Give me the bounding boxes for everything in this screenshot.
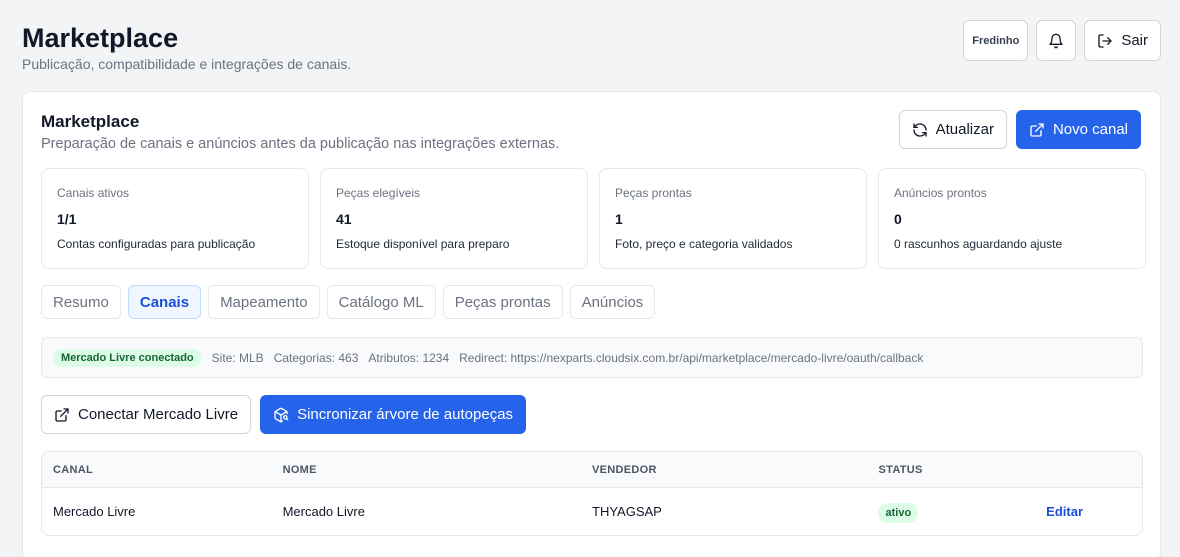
column-header-status: STATUS [878,463,923,476]
connection-info-bar: Mercado Livre conectado Site: MLB Catego… [41,337,1143,378]
cell-actions: Editar [1046,504,1142,519]
sync-tree-button[interactable]: Sincronizar árvore de autopeças [260,395,527,434]
package-search-icon [274,407,289,422]
stat-card-ready-parts: Peças prontas 1 Foto, preço e categoria … [599,168,867,269]
categories-info: Categorias: 463 [273,350,359,365]
refresh-label: Atualizar [935,121,994,138]
stat-desc: Contas configuradas para publicação [57,237,256,251]
column-header-canal: CANAL [53,463,93,476]
status-badge: ativo [878,503,919,523]
edit-link[interactable]: Editar [1046,504,1083,519]
stats-row: Canais ativos 1/1 Contas configuradas pa… [41,168,1146,269]
attributes-info: Atributos: 1234 [368,350,450,365]
stat-value: 41 [336,211,352,227]
stat-desc: Foto, preço e categoria validados [615,237,793,251]
stat-label: Canais ativos [57,186,130,200]
logout-button[interactable]: Sair [1084,20,1161,61]
page-title: Marketplace [22,23,179,53]
bell-icon [1049,33,1063,48]
stat-value: 0 [894,211,902,227]
stat-card-eligible-parts: Peças elegíveis 41 Estoque disponível pa… [320,168,588,269]
column-header-nome: NOME [282,463,317,476]
connect-label: Conectar Mercado Livre [78,406,239,423]
stat-value: 1/1 [57,211,77,227]
channels-table: CANAL NOME VENDEDOR STATUS Mercado Livre… [41,451,1143,536]
refresh-button[interactable]: Atualizar [898,110,1007,149]
page-subtitle: Publicação, compatibilidade e integraçõe… [22,56,352,72]
site-info: Site: MLB [211,350,264,365]
tab-pecas-prontas[interactable]: Peças prontas [442,285,563,319]
stat-card-ready-listings: Anúncios prontos 0 0 rascunhos aguardand… [878,168,1146,269]
card-title: Marketplace [41,112,140,131]
tab-catalogo-ml[interactable]: Catálogo ML [326,285,436,319]
tab-bar: Resumo Canais Mapeamento Catálogo ML Peç… [41,285,656,319]
stat-label: Anúncios prontos [894,186,987,200]
cell-nome: Mercado Livre [282,504,365,519]
external-link-icon [1030,122,1044,137]
marketplace-card: Marketplace Preparação de canais e anúnc… [22,91,1161,557]
refresh-icon [912,122,927,137]
column-header-vendedor: VENDEDOR [592,463,657,476]
external-link-icon [55,407,69,422]
cell-canal: Mercado Livre [53,504,136,519]
table-header: CANAL NOME VENDEDOR STATUS [42,452,1142,488]
tab-resumo[interactable]: Resumo [41,285,121,319]
connection-badge: Mercado Livre conectado [53,348,202,367]
table-row: Mercado Livre Mercado Livre THYAGSAP ati… [42,488,1142,535]
tab-canais[interactable]: Canais [127,285,202,319]
cell-vendedor: THYAGSAP [592,504,662,519]
page-header: Marketplace Publicação, compatibilidade … [22,22,351,72]
stat-card-active-channels: Canais ativos 1/1 Contas configuradas pa… [41,168,309,269]
stat-desc: Estoque disponível para preparo [336,237,510,251]
cell-status: ativo [878,503,1046,523]
tab-anuncios[interactable]: Anúncios [569,285,656,319]
card-header: Marketplace Preparação de canais e anúnc… [41,112,559,152]
sync-label: Sincronizar árvore de autopeças [297,406,514,423]
top-actions: Fredinho Sair [963,20,1161,61]
new-channel-label: Novo canal [1052,121,1128,138]
stat-value: 1 [615,211,623,227]
integration-actions: Conectar Mercado Livre Sincronizar árvor… [41,395,527,434]
stat-desc: 0 rascunhos aguardando ajuste [894,237,1063,251]
stat-label: Peças elegíveis [336,186,421,200]
user-menu-button[interactable]: Fredinho [963,20,1029,61]
connect-mercado-livre-button[interactable]: Conectar Mercado Livre [41,395,252,434]
redirect-info: Redirect: https://nexparts.cloudsix.com.… [459,350,924,365]
notifications-button[interactable] [1036,20,1077,61]
card-actions: Atualizar Novo canal [898,110,1141,149]
logout-label: Sair [1121,32,1148,49]
logout-icon [1098,33,1112,48]
new-channel-button[interactable]: Novo canal [1015,110,1141,149]
stat-label: Peças prontas [615,186,692,200]
tab-mapeamento[interactable]: Mapeamento [208,285,320,319]
card-subtitle: Preparação de canais e anúncios antes da… [41,136,560,152]
